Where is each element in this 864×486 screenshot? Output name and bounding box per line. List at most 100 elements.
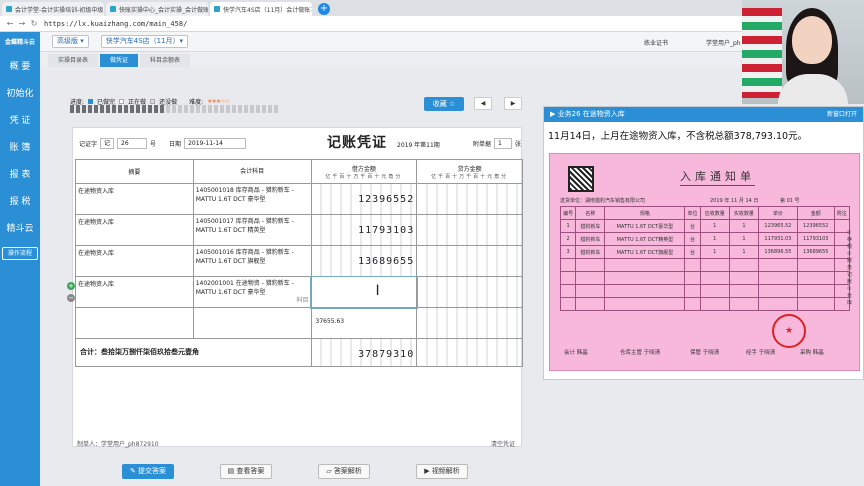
forward-icon[interactable]: → (16, 19, 28, 28)
flow-button[interactable]: 操作流程 (2, 247, 38, 260)
credit-cell[interactable] (416, 183, 523, 215)
sidebar-item-ledger[interactable]: 账 簿 (0, 135, 40, 162)
header-debit: 借方金额 亿千百十万千百十元角分 (310, 159, 418, 184)
account-cell[interactable]: 1405001017 库存商品 - 猎豹新车 - MATTU 1.6T DCT … (192, 214, 312, 246)
doc-icon: ▤ (227, 467, 235, 475)
voucher-title: 记账凭证 (327, 135, 387, 151)
presenter-face (792, 16, 832, 64)
summary-cell[interactable]: 在途物资入库 (75, 183, 194, 215)
qr-code-icon (568, 166, 594, 192)
folder-icon: ▱ (326, 467, 332, 475)
voucher-number-input[interactable]: 26 (117, 138, 148, 149)
clear-voucher-link[interactable]: 清空凭证 (491, 439, 515, 448)
table-row: 37655.63 (75, 307, 523, 339)
play-icon: ▶ (424, 467, 430, 475)
favorite-button[interactable]: 收藏 ☆ (424, 97, 464, 111)
open-new-window-link[interactable]: 新窗口打开 (827, 107, 857, 122)
view-answer-button[interactable]: ▤ 查看答案 (220, 464, 272, 479)
attachments: 附单据 1 张 (473, 138, 521, 149)
debit-cell[interactable]: 13689655 (310, 245, 418, 277)
account-cell[interactable]: 1405001018 库存商品 - 猎豹新车 - MATTU 1.6T DCT … (192, 183, 312, 215)
receipt-image: 入库通知单 送货单位：湖南猎豹汽车销售有限公司 2019 年 11 月 14 日… (549, 153, 860, 371)
account-cell[interactable]: 1405001016 库存商品 - 猎豹新车 - MATTU 1.6T DCT … (192, 245, 312, 277)
header-summary: 摘要 (75, 159, 194, 184)
table-row: 在途物资入库 1402001001 在途物资 - 猎豹新车 - MATTU 1.… (75, 275, 523, 309)
answer-analysis-button[interactable]: ▱ 答案解析 (318, 464, 370, 479)
app-logo: 金蝶精斗云 (4, 39, 35, 46)
sidebar-item-report[interactable]: 报 表 (0, 162, 40, 189)
favicon-icon (110, 6, 116, 12)
webcam-overlay (742, 0, 864, 104)
table-row: 在途物资入库 1405001017 库存商品 - 猎豹新车 - MATTU 1.… (75, 214, 523, 246)
favicon-icon (214, 6, 220, 12)
bookshelf (742, 8, 782, 98)
voucher-type-select[interactable]: 记 (100, 138, 115, 149)
credit-cell[interactable] (416, 276, 523, 308)
summary-cell[interactable]: 在途物资入库 (75, 245, 194, 277)
summary-cell[interactable]: 在途物资入库 (75, 276, 194, 308)
total-row: 合计：叁拾柒万捌仟柒佰玖拾叁元壹角 37879310 (75, 338, 523, 367)
account-cell[interactable]: 1402001001 在途物资 - 猎豹新车 - MATTU 1.6T DCT … (192, 276, 312, 308)
close-icon[interactable]: × (103, 5, 104, 13)
current-swatch (119, 99, 125, 104)
url-input[interactable]: https://lx.kuaizhang.com/main_458/ (44, 20, 187, 28)
version-select[interactable]: 高级版 ▾ (52, 35, 89, 48)
header-credit: 贷方金额 亿千百十万千百十元角分 (416, 159, 523, 184)
sidebar-item-overview[interactable]: 概 要 (0, 54, 40, 81)
reload-icon[interactable]: ↻ (28, 19, 40, 28)
tab-catalog[interactable]: 实操目录表 (48, 54, 99, 67)
difficulty-stars: ★★★☆☆ (207, 98, 230, 105)
debit-input-active[interactable]: I (310, 275, 418, 309)
receipt-title: 入库通知单 (680, 168, 755, 186)
credit-cell[interactable] (416, 307, 523, 339)
credit-cell[interactable] (416, 214, 523, 246)
date-input[interactable]: 2019-11-14 (184, 138, 247, 149)
company-select[interactable]: 快学汽车4S店（11月）▾ (100, 35, 189, 48)
summary-cell[interactable]: 在途物资入库 (75, 214, 194, 246)
back-icon[interactable]: ← (4, 19, 16, 28)
voucher-table: 摘要 会计科目 借方金额 亿千百十万千百十元角分 贷方金额 亿千百十万千百十元角分 … (75, 159, 523, 367)
sidebar-item-tax[interactable]: 报 税 (0, 189, 40, 216)
summary-cell[interactable] (75, 307, 194, 339)
text-cursor-icon: I (375, 283, 380, 299)
debit-cell[interactable]: 11793103 (310, 214, 418, 246)
submit-answer-button[interactable]: ✎ 提交答案 (122, 464, 174, 479)
address-bar: ← → ↻ https://lx.kuaizhang.com/main_458/ (0, 16, 864, 32)
video-analysis-button[interactable]: ▶ 视频解析 (416, 464, 468, 479)
prev-button[interactable]: ◀ (474, 97, 492, 110)
task-icon: ▶ (550, 110, 558, 118)
attach-count-input[interactable]: 1 (494, 138, 512, 149)
tab-balance[interactable]: 科目余额表 (140, 54, 191, 67)
amount-hint: 37655.63 (315, 318, 345, 325)
browser-tab-active[interactable]: 快学汽车4S店（11月）会计做账× (210, 2, 312, 16)
not-done-swatch (150, 99, 156, 104)
sidebar-item-voucher[interactable]: 凭 证 (0, 108, 40, 135)
debit-cell[interactable]: 37655.63 (310, 307, 418, 339)
tab-make-voucher[interactable]: 做凭证 (100, 54, 139, 67)
total-debit: 37879310 (310, 338, 418, 367)
remove-row-icon[interactable]: − (67, 294, 75, 302)
next-button[interactable]: ▶ (504, 97, 522, 110)
main-area: 进度: 已做完 正在做 还没做 难度: ★★★☆☆ 收藏 ☆ ◀ ▶ 记证字 记… (40, 67, 540, 486)
add-row-icon[interactable]: + (67, 282, 75, 290)
table-row: 在途物资入库 1405001018 库存商品 - 猎豹新车 - MATTU 1.… (75, 183, 523, 215)
browser-tab[interactable]: 会计学堂-会计实操培训-初级中级× (2, 2, 104, 16)
receipt-table: 编号 名称 规格 单位 应收数量 实收数量 单价 金额 附注 1 猎豹新车 MATTU 1.6T… (559, 206, 851, 311)
receipt-row: 3 猎豹新车 MATTU 1.6T DCT旗舰型 台11 136896.55 1368… (559, 245, 851, 259)
sidebar-item-cloud[interactable]: 精斗云 (0, 216, 40, 243)
progress-fill (70, 105, 165, 113)
sidebar-item-init[interactable]: 初始化 (0, 81, 40, 108)
header-account: 会计科目 (192, 159, 312, 184)
browser-tab[interactable]: 快账实操中心_会计实操_会计做账× (106, 2, 208, 16)
account-cell[interactable] (192, 307, 312, 339)
close-icon[interactable]: × (310, 5, 312, 13)
user-name[interactable]: 学堂用户_ph (706, 38, 741, 47)
total-credit (416, 338, 523, 367)
cert-link[interactable]: 练业证书 (644, 38, 668, 47)
left-sidebar: 金蝶精斗云 概 要 初始化 凭 证 账 簿 报 表 报 税 精斗云 操作流程 (0, 32, 40, 486)
debit-cell[interactable]: 12396552 (310, 183, 418, 215)
receipt-side-notes: ①存根 ②财务记账 ③仓库 (847, 230, 853, 306)
voucher-period: 2019 年第11期 (397, 142, 440, 149)
credit-cell[interactable] (416, 245, 523, 277)
new-tab-button[interactable]: + (318, 3, 330, 15)
